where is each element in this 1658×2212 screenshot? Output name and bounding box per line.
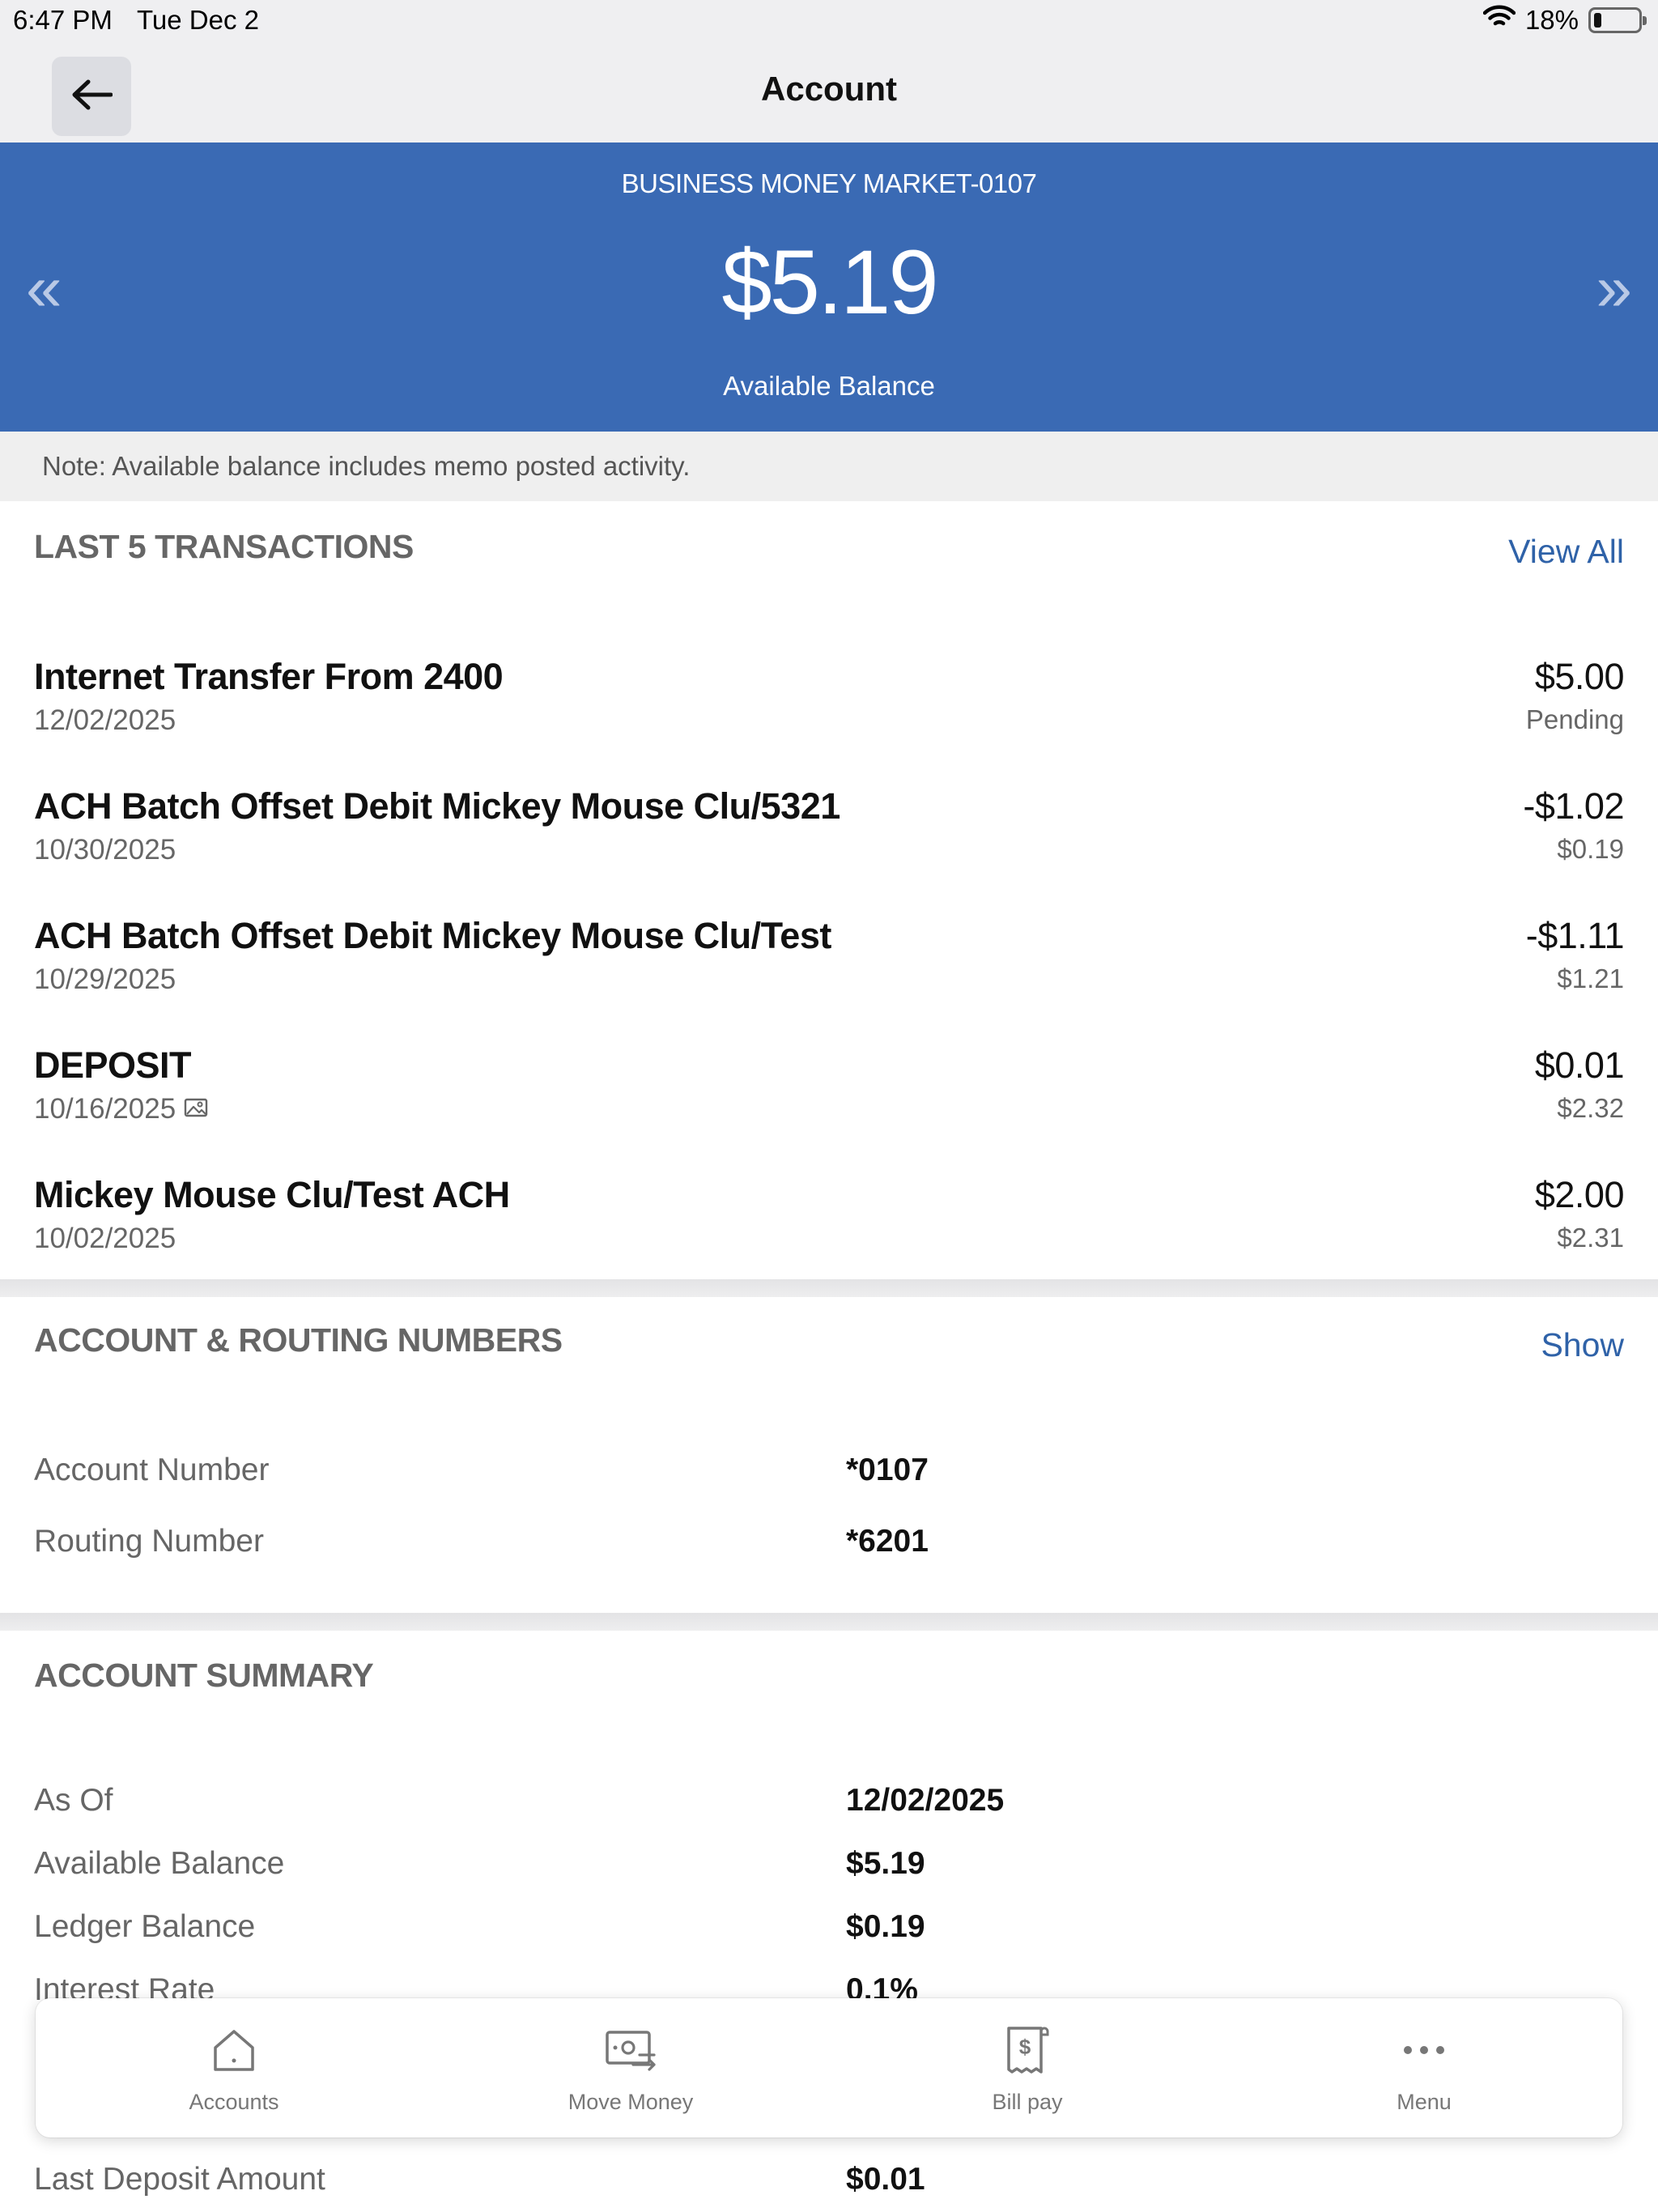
bill-receipt-icon: $ [999, 2022, 1056, 2078]
transaction-row[interactable]: ACH Batch Offset Debit Mickey Mouse Clu/… [0, 915, 1658, 1044]
transaction-name: ACH Batch Offset Debit Mickey Mouse Clu/… [34, 915, 831, 956]
page-title: Account [761, 70, 897, 108]
routing-number-label: Routing Number [34, 1524, 264, 1559]
battery-percent: 18% [1524, 5, 1579, 35]
transaction-row[interactable]: DEPOSIT 10/16/2025 $0.01 $2.32 [0, 1044, 1658, 1174]
tab-bill-pay[interactable]: $ Bill pay [829, 1998, 1226, 2138]
tab-menu[interactable]: Menu [1226, 1998, 1622, 2138]
balance-note-text: Note: Available balance includes memo po… [42, 451, 691, 481]
navigation-bar: Account [0, 40, 1658, 143]
transaction-date: 10/16/2025 [34, 1093, 208, 1125]
summary-value: $0.01 [846, 2162, 925, 2197]
summary-label: Available Balance [34, 1846, 285, 1881]
transaction-row[interactable]: Internet Transfer From 2400 12/02/2025 $… [0, 656, 1658, 785]
section-divider [0, 1613, 1658, 1631]
balance-note: Note: Available balance includes memo po… [0, 432, 1658, 501]
status-bar: 6:47 PM Tue Dec 2 18% [0, 0, 1658, 40]
tab-move-money[interactable]: Move Money [432, 1998, 829, 2138]
transaction-amount: $2.00 [1534, 1174, 1625, 1215]
account-name: BUSINESS MONEY MARKET-0107 [621, 168, 1037, 198]
transaction-running-balance: $0.19 [1557, 834, 1624, 864]
transaction-date: 10/29/2025 [34, 963, 176, 995]
routing-section-title: ACCOUNT & ROUTING NUMBERS [34, 1321, 563, 1359]
section-divider [0, 1279, 1658, 1297]
summary-label: As Of [34, 1783, 113, 1818]
tab-label: Accounts [189, 2089, 279, 2114]
money-transfer-icon [602, 2022, 659, 2078]
transaction-status: Pending [1525, 704, 1624, 734]
transaction-amount: -$1.11 [1525, 915, 1625, 956]
svg-text:$: $ [1019, 2035, 1031, 2059]
transaction-name: Mickey Mouse Clu/Test ACH [34, 1174, 510, 1215]
transaction-date: 10/30/2025 [34, 834, 176, 866]
tab-label: Bill pay [992, 2089, 1063, 2114]
transaction-row[interactable]: ACH Batch Offset Debit Mickey Mouse Clu/… [0, 785, 1658, 915]
summary-value: 12/02/2025 [846, 1783, 1005, 1818]
account-number-label: Account Number [34, 1453, 270, 1487]
tab-label: Menu [1397, 2089, 1452, 2114]
transaction-running-balance: $1.21 [1557, 963, 1624, 993]
wifi-icon [1482, 5, 1516, 36]
summary-label: Last Deposit Amount [34, 2162, 325, 2197]
transaction-running-balance: $2.31 [1557, 1223, 1624, 1253]
transaction-name: DEPOSIT [34, 1044, 192, 1086]
account-number-value: *0107 [846, 1453, 929, 1487]
summary-value: $5.19 [846, 1846, 925, 1881]
available-balance-amount: $5.19 [721, 232, 938, 333]
tab-accounts[interactable]: Accounts [36, 1998, 432, 2138]
transaction-name: ACH Batch Offset Debit Mickey Mouse Clu/… [34, 785, 840, 827]
transaction-date: 10/02/2025 [34, 1223, 176, 1254]
battery-icon [1588, 7, 1647, 33]
summary-label: Ledger Balance [34, 1909, 256, 1944]
summary-section-title: ACCOUNT SUMMARY [34, 1657, 374, 1694]
routing-number-value: *6201 [846, 1524, 929, 1559]
show-numbers-link[interactable]: Show [1541, 1326, 1624, 1364]
status-indicators: 18% [1482, 5, 1647, 36]
check-image-icon[interactable] [184, 1093, 208, 1125]
next-account-icon[interactable]: » [1596, 256, 1633, 321]
transaction-amount: $5.00 [1534, 656, 1625, 697]
account-balance-header: BUSINESS MONEY MARKET-0107 « $5.19 » Ava… [0, 143, 1658, 432]
battery-level [1594, 13, 1601, 28]
transaction-date: 12/02/2025 [34, 704, 176, 736]
bottom-tab-bar: Accounts Move Money $ Bill pay Menu [36, 1998, 1622, 2138]
transactions-section-title: LAST 5 TRANSACTIONS [34, 528, 414, 565]
status-date: Tue Dec 2 [137, 5, 260, 35]
available-balance-label: Available Balance [723, 371, 935, 401]
transaction-amount: $0.01 [1534, 1044, 1625, 1086]
summary-value: $0.19 [846, 1909, 925, 1944]
tab-label: Move Money [568, 2089, 694, 2114]
house-icon [206, 2022, 262, 2078]
more-dots-icon [1396, 2022, 1452, 2078]
transaction-running-balance: $2.32 [1557, 1093, 1624, 1123]
transaction-amount: -$1.02 [1523, 785, 1624, 827]
view-all-link[interactable]: View All [1508, 533, 1624, 571]
status-time: 6:47 PM [13, 5, 113, 35]
transaction-name: Internet Transfer From 2400 [34, 656, 504, 697]
